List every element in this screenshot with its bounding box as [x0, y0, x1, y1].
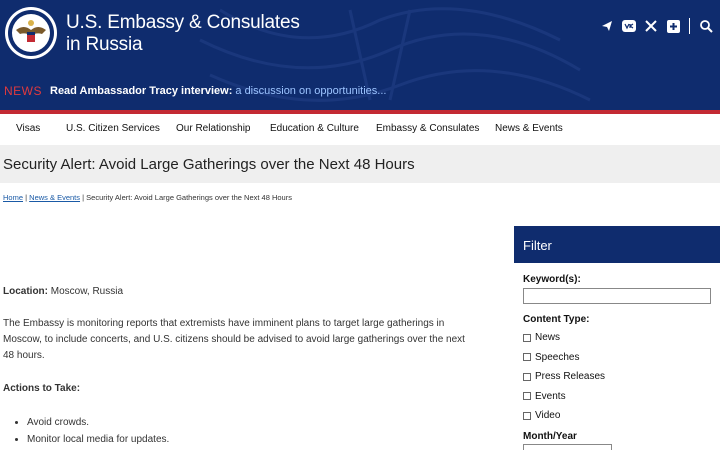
embassy-seal-logo[interactable] — [4, 6, 58, 60]
filter-sidebar: Filter Keyword(s): Content Type: News Sp… — [514, 226, 720, 450]
site-header: U.S. Embassy & Consulates in Russia NEWS… — [0, 0, 720, 114]
breadcrumb-separator: | — [82, 193, 85, 202]
content-type-events[interactable]: Events — [523, 387, 713, 407]
month-year-select[interactable] — [523, 444, 612, 450]
page-title: Security Alert: Avoid Large Gatherings o… — [3, 156, 415, 173]
content-type-list: News Speeches Press Releases Events Vide… — [523, 328, 713, 426]
keyword-input[interactable] — [523, 288, 711, 304]
actions-heading: Actions to Take: — [3, 383, 81, 394]
site-title[interactable]: U.S. Embassy & Consulates in Russia — [66, 12, 300, 56]
checkbox-label: Speeches — [535, 351, 580, 363]
breadcrumb-news-events[interactable]: News & Events — [29, 193, 80, 202]
checkbox-label: Events — [535, 390, 566, 402]
filter-heading: Filter — [514, 226, 720, 263]
checkbox-label: Press Releases — [535, 371, 606, 383]
breadcrumb: Home | News & Events | Security Alert: A… — [3, 193, 292, 202]
content-type-press-releases[interactable]: Press Releases — [523, 367, 713, 387]
main-nav: Visas U.S. Citizen Services Our Relation… — [0, 114, 720, 144]
nav-item-citizen-services[interactable]: U.S. Citizen Services — [66, 123, 160, 134]
news-tag: NEWS — [4, 84, 42, 98]
content-type-news[interactable]: News — [523, 328, 713, 348]
site-title-line2: in Russia — [66, 34, 143, 55]
vk-icon[interactable] — [621, 18, 637, 34]
nav-item-news-events[interactable]: News & Events — [495, 123, 563, 134]
checkbox-label: News — [535, 332, 561, 344]
page-title-band: Security Alert: Avoid Large Gatherings o… — [0, 145, 720, 183]
social-links — [599, 18, 714, 34]
search-icon[interactable] — [698, 18, 714, 34]
location-line: Location: Moscow, Russia — [3, 284, 123, 300]
filter-form: Keyword(s): Content Type: News Speeches … — [523, 274, 713, 450]
nav-item-embassy-consulates[interactable]: Embassy & Consulates — [376, 123, 479, 134]
keyword-label: Keyword(s): — [523, 274, 581, 285]
actions-list: Avoid crowds. Monitor local media for up… — [15, 414, 169, 448]
plus-icon[interactable] — [665, 18, 681, 34]
nav-item-education-culture[interactable]: Education & Culture — [270, 123, 359, 134]
telegram-icon[interactable] — [599, 18, 615, 34]
divider — [689, 18, 690, 34]
checkbox[interactable] — [523, 372, 531, 381]
x-icon[interactable] — [643, 18, 659, 34]
content-type-label: Content Type: — [523, 314, 590, 325]
site-title-line1: U.S. Embassy & Consulates — [66, 12, 300, 33]
nav-item-our-relationship[interactable]: Our Relationship — [176, 123, 250, 134]
breadcrumb-separator: | — [25, 193, 28, 202]
checkbox[interactable] — [523, 411, 531, 420]
checkbox[interactable] — [523, 392, 531, 401]
news-teaser[interactable]: a discussion on opportunities... — [235, 85, 386, 97]
news-headline[interactable]: Read Ambassador Tracy interview: — [50, 85, 232, 97]
checkbox[interactable] — [523, 353, 531, 362]
breadcrumb-current: Security Alert: Avoid Large Gatherings o… — [86, 193, 292, 202]
checkbox[interactable] — [523, 333, 531, 342]
location-value: Moscow, Russia — [50, 286, 124, 297]
checkbox-label: Video — [535, 410, 561, 422]
location-label: Location: — [3, 286, 48, 297]
content-type-speeches[interactable]: Speeches — [523, 348, 713, 368]
month-year-label: Month/Year — [523, 431, 577, 442]
content-type-video[interactable]: Video — [523, 406, 713, 426]
news-ticker[interactable]: NEWS Read Ambassador Tracy interview: a … — [4, 83, 386, 99]
list-item: Avoid crowds. — [27, 414, 169, 431]
list-item: Monitor local media for updates. — [27, 431, 169, 448]
nav-item-visas[interactable]: Visas — [16, 123, 40, 134]
breadcrumb-home[interactable]: Home — [3, 193, 23, 202]
alert-paragraph: The Embassy is monitoring reports that e… — [3, 318, 465, 361]
